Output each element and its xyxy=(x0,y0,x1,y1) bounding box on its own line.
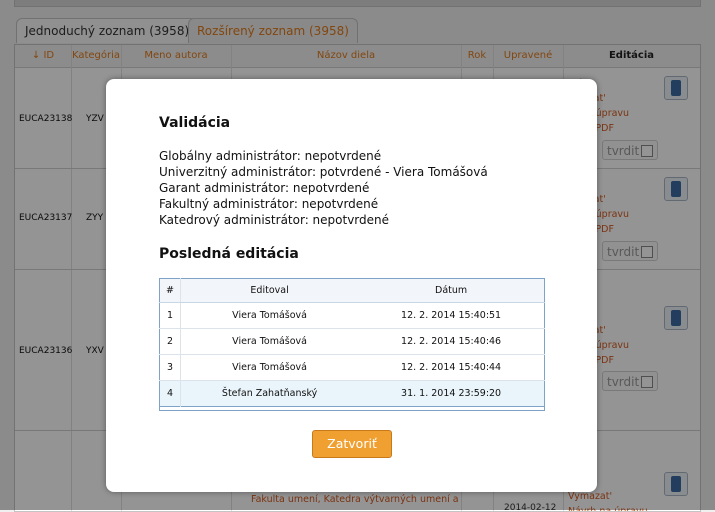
table-footer-space xyxy=(159,400,545,411)
edit-editor: Viera Tomášová xyxy=(180,354,359,381)
table-row: 3 Viera Tomášová 12. 2. 2014 15:40:44 xyxy=(159,354,545,381)
edit-history-header: # Editoval Dátum xyxy=(159,278,545,303)
validation-guarantor: Garant administrátor: nepotvrdené xyxy=(159,181,370,195)
validation-department: Katedrový administrátor: nepotvrdené xyxy=(159,213,390,227)
info-dialog: Validácia Globálny administrátor: nepotv… xyxy=(106,79,597,492)
last-edit-heading: Posledná editácia xyxy=(159,246,299,262)
edit-editor: Viera Tomášová xyxy=(180,328,359,355)
edit-history-table: # Editoval Dátum 1 Viera Tomášová 12. 2.… xyxy=(159,278,545,407)
validation-global: Globálny administrátor: nepotvrdené xyxy=(159,149,382,163)
table-row: 2 Viera Tomášová 12. 2. 2014 15:40:46 xyxy=(159,328,545,355)
validation-heading: Validácia xyxy=(159,115,231,131)
edit-num: 3 xyxy=(159,354,181,381)
edit-date: 12. 2. 2014 15:40:46 xyxy=(358,328,545,355)
edit-date: 12. 2. 2014 15:40:51 xyxy=(358,302,545,329)
edit-date: 12. 2. 2014 15:40:44 xyxy=(358,354,545,381)
col-num-header: # xyxy=(159,278,181,303)
validation-university: Univerzitný administrátor: potvrdené - V… xyxy=(159,165,488,179)
validation-faculty: Fakultný administrátor: nepotvrdené xyxy=(159,197,379,211)
col-editor-header: Editoval xyxy=(180,278,359,303)
table-row: 1 Viera Tomášová 12. 2. 2014 15:40:51 xyxy=(159,302,545,329)
edit-num: 1 xyxy=(159,302,181,329)
edit-num: 2 xyxy=(159,328,181,355)
close-button[interactable]: Zatvoriť xyxy=(312,430,392,458)
col-date-header: Dátum xyxy=(358,278,545,303)
edit-editor: Viera Tomášová xyxy=(180,302,359,329)
